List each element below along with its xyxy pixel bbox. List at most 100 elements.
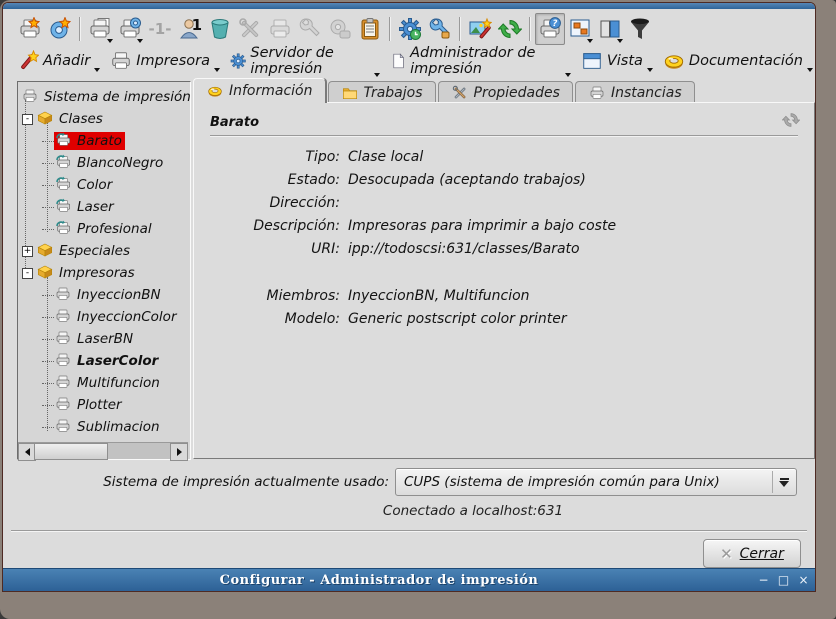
field-label: Dirección: — [204, 195, 340, 211]
print-system-combobox[interactable]: CUPS (sistema de impresión común para Un… — [395, 468, 797, 496]
add-special-printer-button[interactable] — [45, 13, 75, 45]
dropdown-arrow-icon — [807, 68, 813, 72]
combobox-value: CUPS (sistema de impresión común para Un… — [396, 474, 772, 490]
view-change-button[interactable] — [565, 13, 595, 45]
maximize-button[interactable]: □ — [775, 572, 792, 588]
scroll-right-arrow-icon[interactable] — [170, 443, 188, 461]
expand-expander-icon[interactable]: + — [22, 246, 33, 257]
printer-gear-icon — [118, 17, 142, 41]
tree-item-profesional[interactable]: Profesional — [18, 218, 190, 240]
server-configuration-button[interactable] — [395, 13, 425, 45]
tree-horizontal-scrollbar[interactable] — [18, 442, 188, 459]
menu-anadir[interactable]: Añadir — [15, 48, 102, 74]
scrollbar-thumb[interactable] — [34, 443, 108, 460]
close-window-button[interactable]: × — [795, 572, 812, 588]
print-wizard-button[interactable] — [465, 13, 495, 45]
dropdown-arrow-icon — [565, 73, 571, 77]
tree-item-plotter[interactable]: Plotter — [18, 394, 190, 416]
tree-root-sistema-de-impresion[interactable]: Sistema de impresión — [18, 86, 190, 108]
tree-item-laser[interactable]: Laser — [18, 196, 190, 218]
tab-informacion[interactable]: Información — [193, 78, 326, 103]
menu-impresora[interactable]: Impresora — [108, 48, 222, 74]
collapse-expander-icon[interactable]: - — [22, 114, 33, 125]
tab-instancias[interactable]: Instancias — [575, 81, 695, 103]
window-icon — [581, 50, 603, 72]
server-tools-button[interactable] — [425, 13, 455, 45]
gold-ring-icon — [206, 83, 224, 99]
set-user-default-button[interactable]: 1 — [175, 13, 205, 45]
set-local-default-button: -1- — [145, 13, 175, 45]
document-icon — [390, 50, 406, 72]
field-estado: Estado:Desocupada (aceptando trabajos) — [204, 172, 804, 195]
tree-item-laserbn[interactable]: LaserBN — [18, 328, 190, 350]
tree-item-lasercolor[interactable]: LaserColor — [18, 350, 190, 372]
tree-label: InyeccionBN — [74, 287, 164, 303]
menu-vista[interactable]: Vista — [579, 48, 655, 74]
tree-item-multifuncion[interactable]: Multifuncion — [18, 372, 190, 394]
tree-label: LaserColor — [74, 353, 161, 369]
close-button[interactable]: ✕ Cerrar — [703, 539, 801, 568]
screenshot-canvas: -1- 1 Añadir Impresora Servidor de impre… — [0, 0, 836, 619]
menu-administrador-de-impresion[interactable]: Administrador de impresión — [388, 43, 573, 79]
print-test-page-button[interactable] — [85, 13, 115, 45]
funnel-icon — [628, 17, 652, 41]
printer-class-icon — [54, 220, 74, 238]
tree-label: Especiales — [56, 243, 133, 259]
tree-item-inyeccioncolor[interactable]: InyeccionColor — [18, 306, 190, 328]
tree-stub — [42, 405, 54, 406]
printer-icon — [268, 17, 292, 41]
tree-group-clases[interactable]: -Clases — [18, 108, 190, 130]
collapse-expander-icon[interactable]: - — [22, 268, 33, 279]
menu-label: Añadir — [43, 53, 90, 69]
field-uri: URI:ipp://todoscsi:631/classes/Barato — [204, 241, 804, 264]
view-orientation-button[interactable] — [595, 13, 625, 45]
window-title: Configurar - Administrador de impresión — [3, 573, 755, 588]
tree-stub — [42, 141, 54, 142]
printer-configuration-button[interactable] — [115, 13, 145, 45]
tree-label: Impresoras — [56, 265, 138, 281]
minimize-button[interactable]: − — [755, 572, 772, 588]
tab-propiedades[interactable]: Propiedades — [438, 81, 573, 103]
footer-divider — [11, 530, 807, 532]
field-label: Descripción: — [204, 218, 340, 234]
refresh-icon — [498, 17, 522, 41]
printer-tooltips-toggle-button[interactable] — [535, 13, 565, 45]
tree-item-blanconegro[interactable]: BlancoNegro — [18, 152, 190, 174]
tab-trabajos[interactable]: Trabajos — [328, 81, 436, 103]
wrench-icon — [298, 17, 322, 41]
add-printer-wizard-button[interactable] — [15, 13, 45, 45]
close-x-icon: ✕ — [720, 545, 733, 563]
menu-servidor-de-impresion[interactable]: Servidor de impresión — [228, 43, 382, 79]
refresh-button[interactable] — [495, 13, 525, 45]
remove-printer-button[interactable] — [205, 13, 235, 45]
combobox-arrow-icon[interactable] — [772, 471, 795, 493]
field-modelo: Modelo:Generic postscript color printer — [204, 311, 804, 334]
tree-item-inyeccionbn[interactable]: InyeccionBN — [18, 284, 190, 306]
printer-class-icon — [54, 154, 74, 172]
app-window: -1- 1 Añadir Impresora Servidor de impre… — [2, 2, 816, 592]
printer-icon — [54, 374, 74, 392]
tree-item-sublimacion[interactable]: Sublimacion — [18, 416, 190, 438]
window-titlebar[interactable]: Configurar - Administrador de impresión … — [3, 568, 815, 591]
trash-icon — [208, 17, 232, 41]
tree-label: Multifuncion — [74, 375, 163, 391]
image-wand-icon — [468, 17, 492, 41]
detail-tabs: Información Trabajos Propiedades Instanc… — [193, 79, 697, 103]
tree-stub — [42, 295, 54, 296]
tree-item-barato[interactable]: Barato — [18, 130, 190, 152]
field-direccion: Dirección: — [204, 195, 804, 218]
dropdown-arrow-icon — [647, 68, 653, 72]
field-label: URI: — [204, 241, 340, 257]
tree-group-especiales[interactable]: + Especiales — [18, 240, 190, 262]
tab-label: Información — [229, 83, 313, 99]
tree-group-impresoras[interactable]: - Impresoras — [18, 262, 190, 284]
tree-stub — [42, 163, 54, 164]
tree-label: Barato — [74, 133, 125, 149]
tree-stub — [42, 317, 54, 318]
menu-documentacion[interactable]: Documentación — [661, 48, 815, 74]
tree-item-color[interactable]: Color — [18, 174, 190, 196]
reload-info-icon[interactable] — [782, 111, 800, 129]
tree-stub — [42, 427, 54, 428]
filter-button[interactable] — [625, 13, 655, 45]
job-report-button[interactable] — [355, 13, 385, 45]
